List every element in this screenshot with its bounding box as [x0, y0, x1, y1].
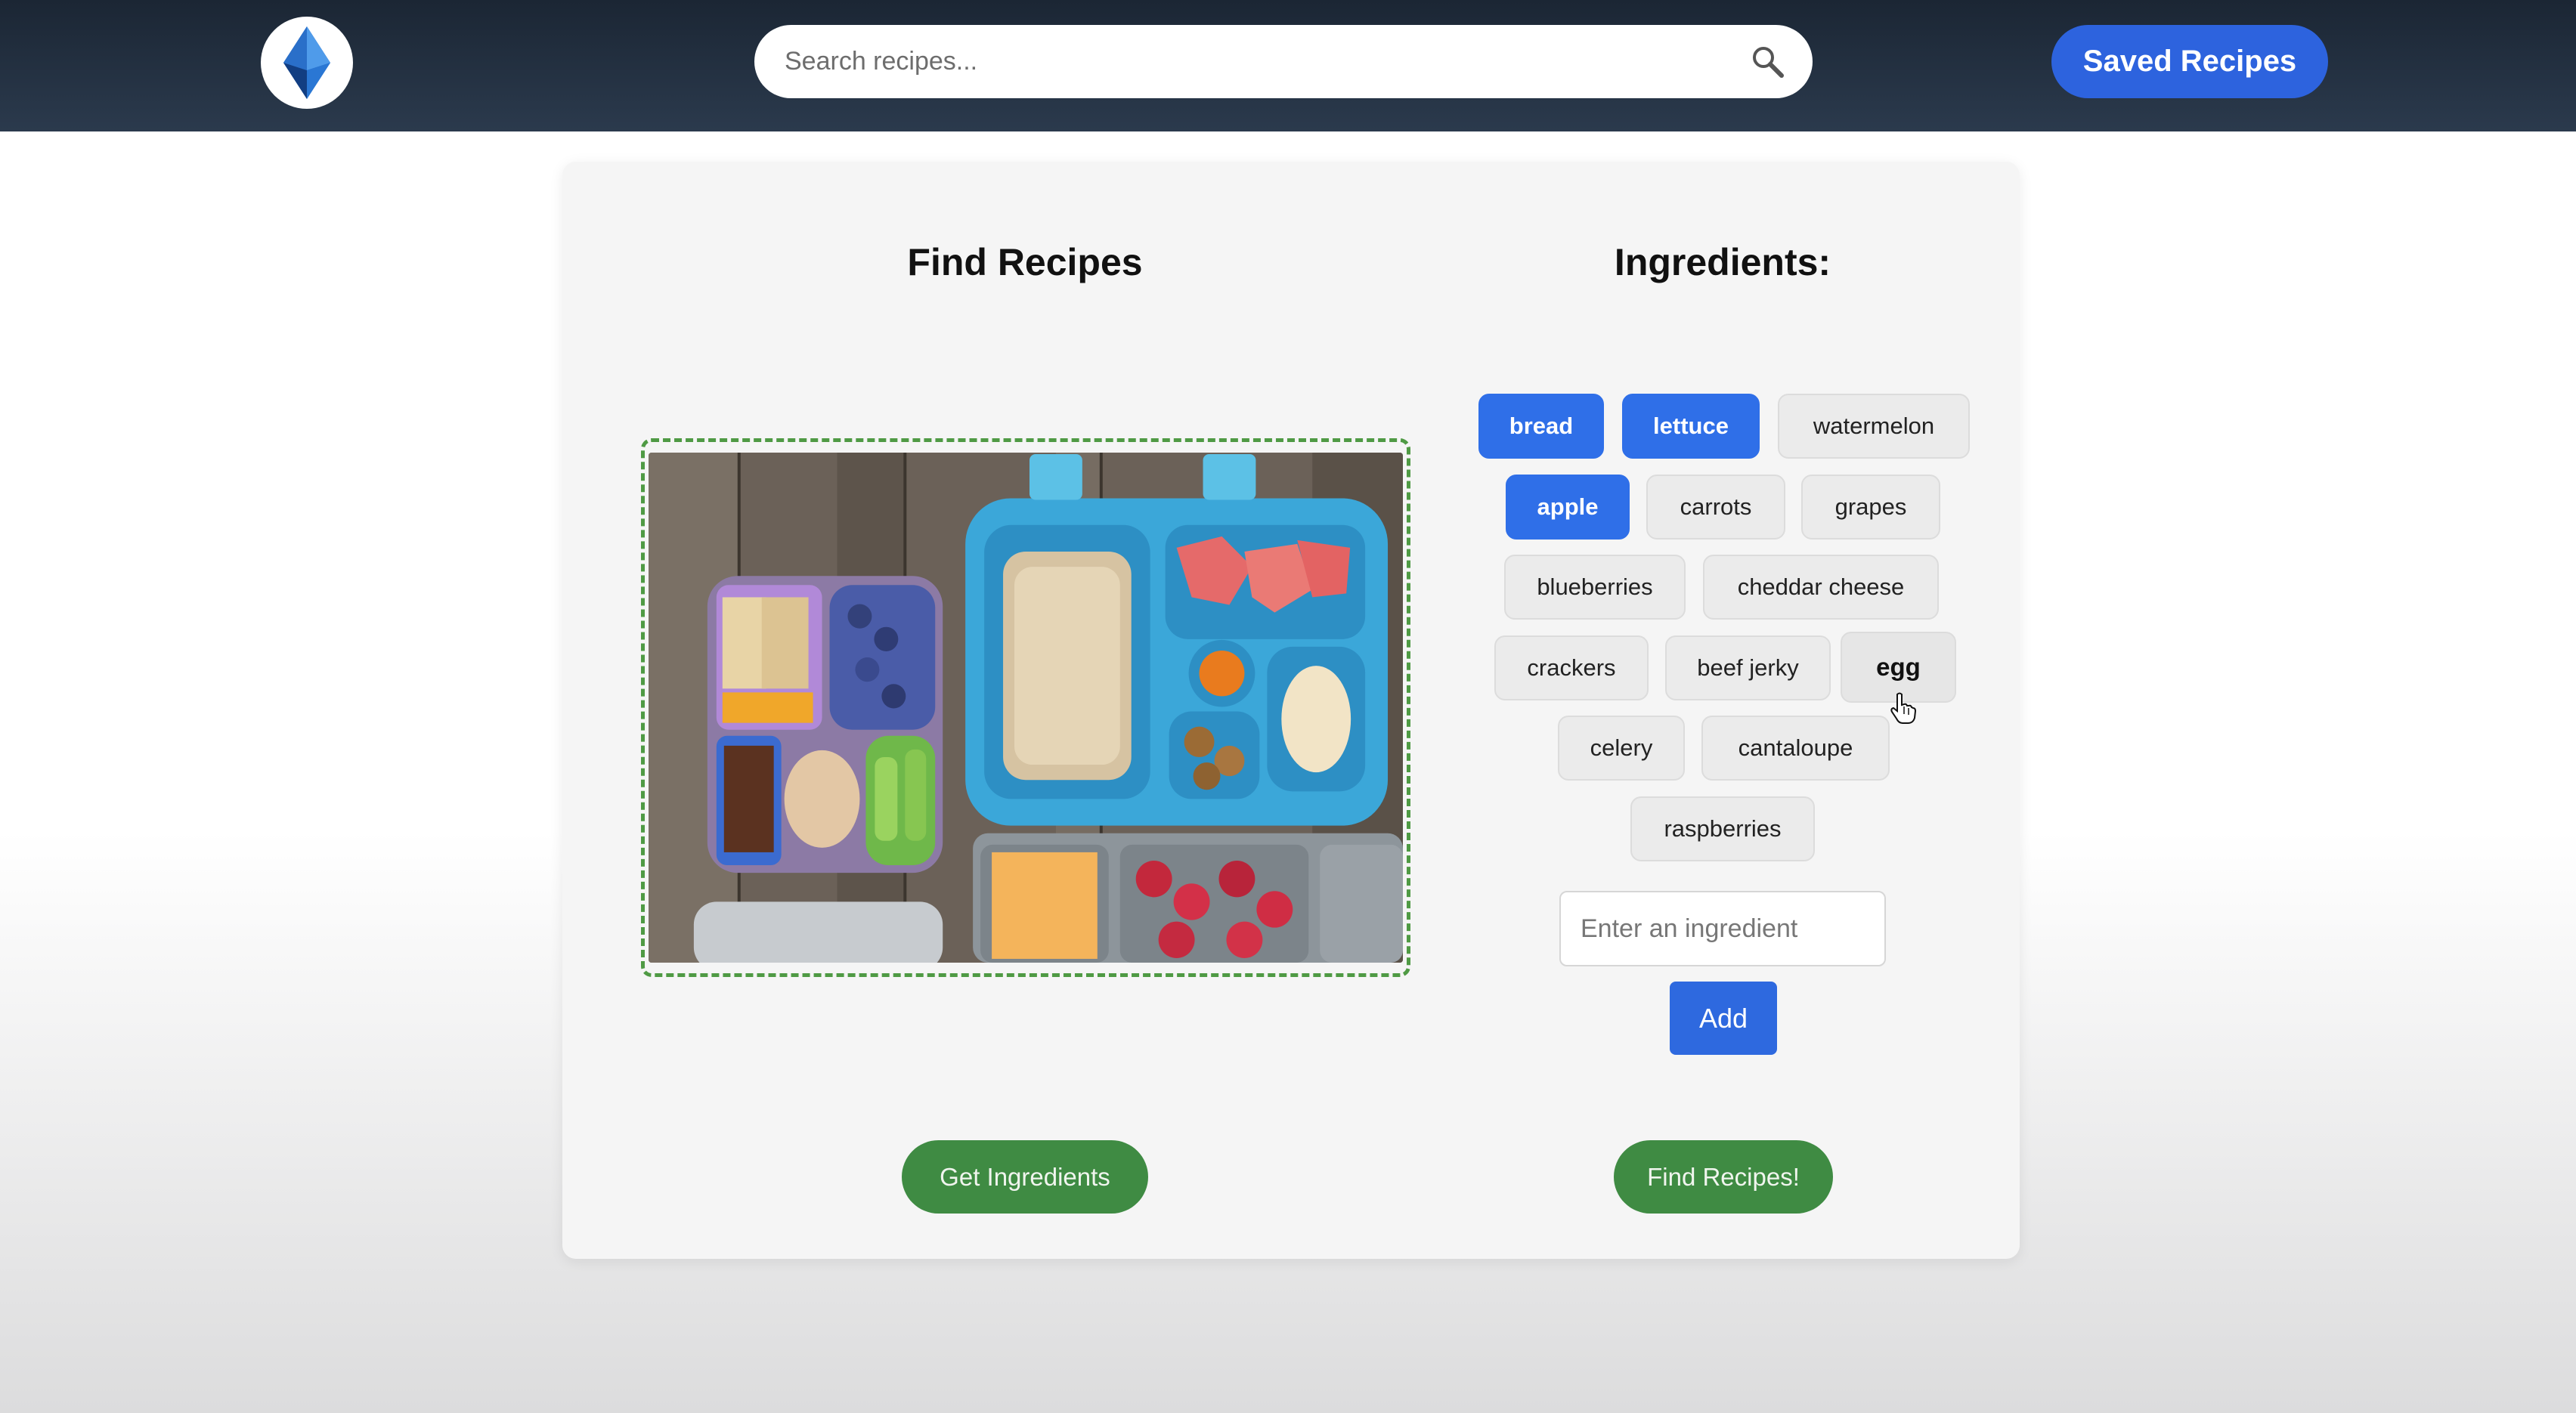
- top-navbar: Saved Recipes: [0, 0, 2576, 131]
- hand-pointer-icon: [1890, 692, 1917, 724]
- ingredient-chip-cheddar-cheese[interactable]: cheddar cheese: [1703, 555, 1939, 620]
- ingredient-chip-blueberries[interactable]: blueberries: [1504, 555, 1686, 620]
- search-bar[interactable]: [754, 25, 1813, 98]
- ingredient-chip-watermelon[interactable]: watermelon: [1778, 394, 1970, 459]
- search-input[interactable]: [785, 25, 1692, 98]
- ingredient-chip-lettuce[interactable]: lettuce: [1622, 394, 1760, 459]
- ingredient-chip-raspberries[interactable]: raspberries: [1630, 796, 1815, 861]
- ingredient-chip-carrots[interactable]: carrots: [1646, 475, 1785, 540]
- ingredient-chip-beef-jerky[interactable]: beef jerky: [1665, 635, 1831, 700]
- recipe-finder-card: Find Recipes Ingredients: bread lettuce …: [562, 162, 2020, 1259]
- lunchbox-photo: [649, 453, 1403, 963]
- ingredient-chip-cantaloupe[interactable]: cantaloupe: [1701, 716, 1890, 781]
- app-logo[interactable]: [261, 17, 353, 109]
- diamond-logo-icon: [283, 26, 330, 99]
- ingredient-chip-crackers[interactable]: crackers: [1494, 635, 1649, 700]
- ingredient-chip-grapes[interactable]: grapes: [1801, 475, 1940, 540]
- find-recipes-button[interactable]: Find Recipes!: [1614, 1140, 1833, 1214]
- add-ingredient-button[interactable]: Add: [1670, 982, 1777, 1055]
- image-dropzone[interactable]: [641, 438, 1410, 977]
- ingredient-chip-apple[interactable]: apple: [1506, 475, 1630, 540]
- ingredient-chip-bread[interactable]: bread: [1478, 394, 1604, 459]
- get-ingredients-button[interactable]: Get Ingredients: [902, 1140, 1148, 1214]
- ingredient-input[interactable]: [1559, 891, 1886, 966]
- ingredient-chip-celery[interactable]: celery: [1558, 716, 1685, 781]
- find-recipes-title: Find Recipes: [907, 241, 1143, 283]
- saved-recipes-button[interactable]: Saved Recipes: [2051, 25, 2328, 98]
- search-icon[interactable]: [1751, 45, 1785, 79]
- ingredients-title: Ingredients:: [1614, 241, 1831, 283]
